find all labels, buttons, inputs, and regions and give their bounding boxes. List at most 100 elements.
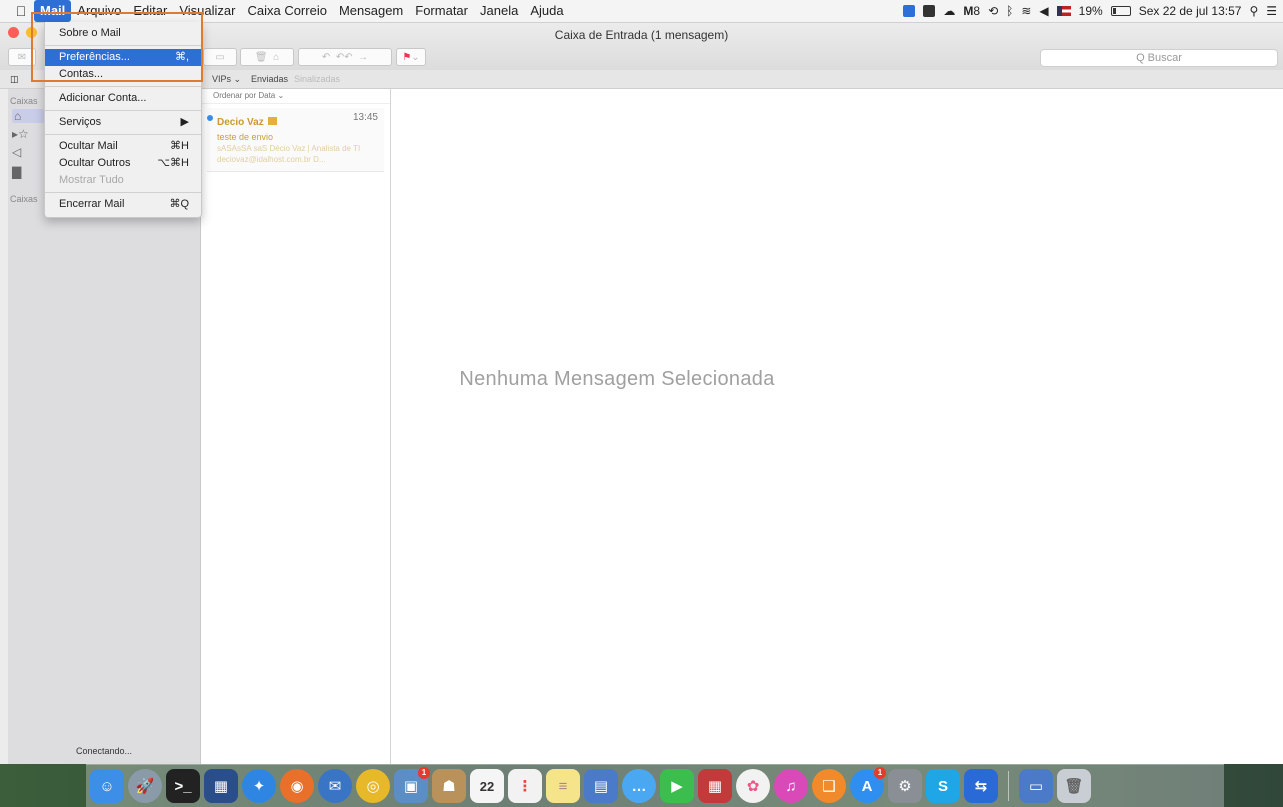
facetime-icon[interactable]: ▶ — [660, 769, 694, 803]
menu-arquivo[interactable]: Arquivo — [71, 0, 127, 22]
firefox-icon[interactable]: ◉ — [280, 769, 314, 803]
photo-booth-icon[interactable]: ▦ — [698, 769, 732, 803]
sidebar-item-vips[interactable]: ▸☆ — [12, 127, 29, 141]
menu-formatar[interactable]: Formatar — [409, 0, 474, 22]
menu-item-add-account[interactable]: Adicionar Conta... — [45, 90, 201, 107]
skype-icon[interactable]: S — [926, 769, 960, 803]
contacts-icon[interactable]: ☗ — [432, 769, 466, 803]
menu-item-label: Mostrar Tudo — [59, 174, 124, 186]
battery-icon[interactable] — [1110, 6, 1131, 16]
menu-janela[interactable]: Janela — [474, 0, 524, 22]
app-status-icon[interactable] — [903, 5, 916, 17]
menu-item-accounts[interactable]: Contas... — [45, 66, 201, 83]
archive-icon: ▭ — [215, 51, 225, 63]
wifi-icon[interactable]: ≋ — [1021, 4, 1031, 18]
apple-logo-icon[interactable]:  — [8, 3, 34, 19]
archive-button[interactable]: ▭ — [203, 48, 237, 66]
menu-item-hide-others[interactable]: Ocultar Outros ⌥⌘H — [45, 155, 201, 172]
time-machine-icon[interactable]: ⟲ — [988, 4, 998, 18]
battery-percent[interactable]: 19% — [1079, 4, 1103, 18]
envelope-icon: ✉ — [17, 51, 27, 63]
menu-editar[interactable]: Editar — [127, 0, 173, 22]
menu-item-services[interactable]: Serviços ▶ — [45, 114, 201, 131]
inbox-icon: ⌂ — [14, 109, 22, 123]
volume-icon[interactable]: ◀ — [1039, 4, 1048, 18]
notification-badge: 1 — [874, 767, 886, 779]
menu-shortcut: ⌘, — [174, 51, 189, 63]
menu-shortcut: ⌘H — [170, 140, 189, 152]
search-input[interactable]: Q Buscar — [1040, 49, 1278, 67]
notes-icon[interactable]: ≡ — [546, 769, 580, 803]
sidebar-section-label: Caixas — [10, 96, 38, 106]
message-list: Ordenar por Data ⌄ Decio Vaz 13:45 teste… — [201, 89, 391, 764]
message-subject: teste de envio — [217, 132, 274, 142]
adobe-status-icon[interactable]: M8 — [963, 4, 980, 18]
menu-item-about[interactable]: Sobre o Mail — [45, 25, 201, 42]
trash-icon[interactable]: 🗑 — [1057, 769, 1091, 803]
forward-icon: → — [358, 51, 369, 63]
preview-icon[interactable]: ▣ 1 — [394, 767, 430, 803]
cloud-app-icon[interactable]: ☁ — [943, 4, 955, 18]
connection-status: Conectando... — [75, 746, 133, 756]
reply-all-icon: ↶↶ — [335, 51, 353, 63]
input-source-flag-icon[interactable] — [1056, 6, 1071, 16]
calendar-icon[interactable]: 22 — [470, 769, 504, 803]
menu-mail[interactable]: Mail — [34, 0, 72, 22]
menu-item-quit[interactable]: Encerrar Mail ⌘Q — [45, 196, 201, 213]
favorite-sent[interactable]: Enviadas — [251, 74, 288, 84]
terminal-icon[interactable]: >_ — [166, 769, 200, 803]
trash-icon: 🗑 — [254, 51, 268, 63]
notification-badge: 1 — [418, 767, 430, 779]
menu-caixa-correio[interactable]: Caixa Correio — [241, 0, 332, 22]
bluetooth-icon[interactable]: ᛒ — [1006, 4, 1013, 18]
menu-mensagem[interactable]: Mensagem — [333, 0, 409, 22]
delete-junk-group[interactable]: 🗑 ⌂ — [240, 48, 294, 66]
preview-photos-icon[interactable]: ▤ — [584, 769, 618, 803]
menu-separator — [45, 45, 201, 46]
reading-pane — [391, 89, 1283, 764]
menu-ajuda[interactable]: Ajuda — [524, 0, 569, 22]
sidebar-item-inbox[interactable]: ⌂ — [12, 109, 44, 123]
mailboxes-toggle-icon[interactable]: ◫ — [10, 74, 19, 85]
monitor-status-icon[interactable] — [923, 5, 936, 17]
menu-item-label: Serviços — [59, 116, 102, 128]
teamviewer-icon[interactable]: ⇆ — [964, 769, 998, 803]
menu-bar:  Mail Arquivo Editar Visualizar Caixa C… — [0, 0, 1283, 23]
system-preferences-icon[interactable]: ⚙ — [888, 769, 922, 803]
mail-menu-dropdown: Sobre o Mail Preferências... ⌘, Contas..… — [44, 22, 202, 218]
submenu-arrow-icon: ▶ — [180, 116, 189, 128]
menu-item-hide-mail[interactable]: Ocultar Mail ⌘H — [45, 138, 201, 155]
menu-item-label: Adicionar Conta... — [59, 92, 147, 104]
reply-icon: ↶ — [321, 51, 331, 63]
screen-sharing-icon[interactable]: ▭ — [1019, 769, 1053, 803]
clock-datetime[interactable]: Sex 22 de jul 13:57 — [1139, 4, 1242, 18]
sidebar-item-trash[interactable]: ▇ — [12, 165, 21, 179]
junk-icon: ⌂ — [273, 51, 280, 63]
favorite-flagged[interactable]: Sinalizadas — [294, 74, 340, 84]
chrome-icon[interactable]: ◎ — [356, 769, 390, 803]
flipboard-icon[interactable]: ▦ — [204, 769, 238, 803]
menu-visualizar[interactable]: Visualizar — [173, 0, 241, 22]
sidebar-item-sent[interactable]: ◁ — [12, 145, 21, 159]
menu-item-preferences[interactable]: Preferências... ⌘, — [45, 49, 201, 66]
spotlight-search-icon[interactable]: ⚲ — [1249, 4, 1258, 18]
launchpad-icon[interactable]: 🚀 — [128, 769, 162, 803]
reminders-icon[interactable]: ⋮ — [508, 769, 542, 803]
app-store-icon[interactable]: A1 — [850, 767, 886, 803]
messages-icon[interactable]: … — [622, 769, 656, 803]
itunes-icon[interactable]: ♫ — [774, 769, 808, 803]
list-item[interactable]: Decio Vaz 13:45 teste de envio sASAsSA s… — [207, 108, 384, 172]
reply-forward-group[interactable]: ↶ ↶↶ → — [298, 48, 392, 66]
favorite-vips[interactable]: VIPs ⌄ — [212, 74, 241, 85]
ibooks-icon[interactable]: ❑ — [812, 769, 846, 803]
sidebar-section-label-2: Caixas — [10, 194, 38, 204]
menu-item-label: Contas... — [59, 68, 104, 80]
finder-icon[interactable]: ☺ — [90, 769, 124, 803]
thunderbird-icon[interactable]: ✉ — [318, 769, 352, 803]
sort-by-date-menu[interactable]: Ordenar por Data ⌄ — [201, 89, 390, 104]
flag-button[interactable]: ⚑ ⌄ — [396, 48, 426, 66]
notification-center-icon[interactable]: ☰ — [1266, 4, 1277, 18]
safari-icon[interactable]: ✦ — [242, 769, 276, 803]
photos-icon[interactable]: ✿ — [736, 769, 770, 803]
get-mail-button[interactable]: ✉ — [8, 48, 36, 66]
